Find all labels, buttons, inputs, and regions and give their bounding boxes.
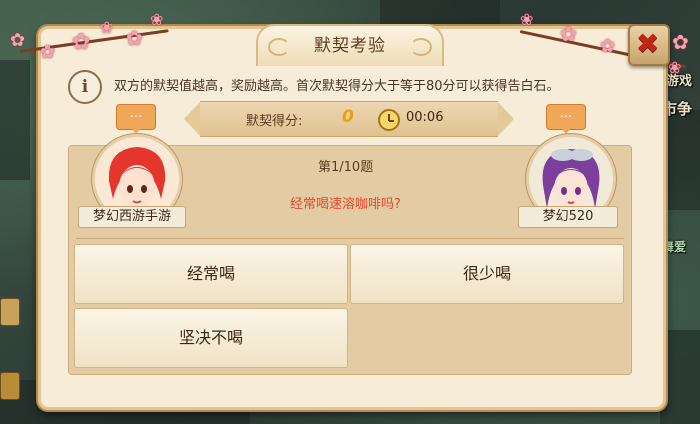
left-chat-bubble: ... <box>116 104 156 134</box>
mail-icon[interactable] <box>0 298 20 326</box>
countdown-timer: 00:06 <box>406 110 444 125</box>
option-often[interactable]: 经常喝 <box>74 244 348 304</box>
clock-icon <box>378 109 400 131</box>
flower-icon: ❀ <box>668 58 682 77</box>
bg-text-2: 市争 <box>662 100 693 118</box>
flower-icon: ✿ <box>126 26 143 50</box>
flower-icon: ✿ <box>560 22 577 46</box>
swirl-ornament <box>410 38 432 56</box>
close-icon: ✖ <box>636 27 660 60</box>
score-label: 默契得分: <box>246 114 303 129</box>
score-value: 0 <box>342 107 354 127</box>
option-never[interactable]: 坚决不喝 <box>74 308 348 368</box>
side-icon[interactable] <box>0 372 20 400</box>
left-player-name: 梦幻西游手游 <box>78 206 186 228</box>
question-text: 经常喝速溶咖啡吗? <box>290 197 401 212</box>
divider <box>76 238 624 239</box>
question-number: 第1/10题 <box>318 160 374 175</box>
flower-icon: ✿ <box>72 30 91 55</box>
info-text: 双方的默契值越高，奖励越高。首次默契得分大于等于80分可以获得告白石。 <box>114 79 560 94</box>
flower-icon: ✿ <box>10 30 26 51</box>
flower-icon: ❀ <box>150 10 164 29</box>
option-rarely[interactable]: 很少喝 <box>350 244 624 304</box>
score-bar: 默契得分: 0 00:06 <box>184 101 514 137</box>
right-player-name: 梦幻520 <box>518 206 618 228</box>
info-icon: i <box>68 70 102 104</box>
dialog-title-tab: 默契考验 <box>256 24 444 66</box>
swirl-ornament <box>268 38 290 56</box>
flower-icon: ✿ <box>40 42 56 63</box>
flower-icon: ❀ <box>520 10 534 29</box>
right-chat-bubble: ... <box>546 104 586 134</box>
flower-icon: ✿ <box>600 36 616 57</box>
flower-icon: ❀ <box>100 18 114 37</box>
flower-icon: ✿ <box>672 30 689 54</box>
close-button[interactable]: ✖ <box>628 24 670 66</box>
